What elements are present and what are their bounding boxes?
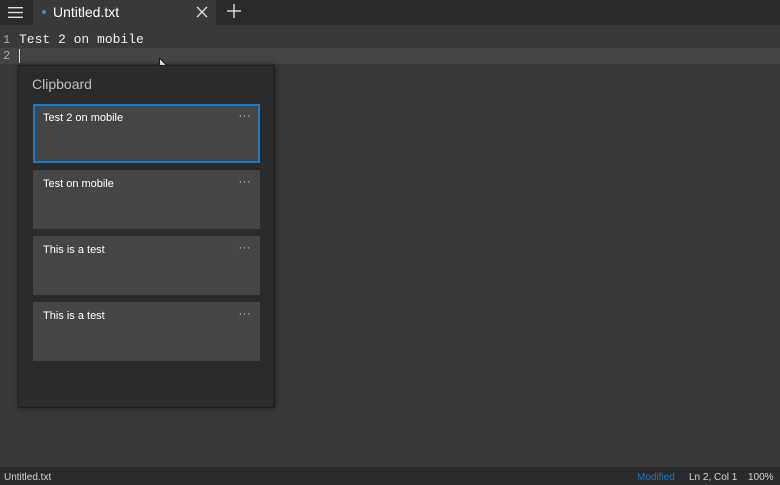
clipboard-item[interactable]: This is a test ···: [33, 236, 260, 295]
unsaved-indicator: [42, 10, 46, 14]
editor-line-current[interactable]: 2: [0, 48, 780, 64]
more-options-icon[interactable]: ···: [239, 308, 252, 320]
line-number: 1: [3, 33, 11, 47]
status-file-name: Untitled.txt: [4, 472, 52, 483]
menu-button[interactable]: [0, 0, 31, 25]
text-caret: [19, 49, 20, 63]
clipboard-title: Clipboard: [32, 76, 92, 92]
status-bar: Untitled.txt Modified Ln 2, Col 1 100%: [0, 467, 780, 485]
tab-bar: Untitled.txt: [0, 0, 780, 25]
clipboard-item[interactable]: This is a test ···: [33, 302, 260, 361]
status-cursor-position[interactable]: Ln 2, Col 1: [689, 472, 737, 483]
tab-untitled[interactable]: Untitled.txt: [33, 0, 216, 25]
close-icon[interactable]: [196, 6, 208, 18]
hamburger-icon: [8, 7, 23, 18]
editor-line[interactable]: 1 Test 2 on mobile: [0, 32, 780, 48]
status-modified: Modified: [637, 472, 675, 483]
notepad-app: Untitled.txt 1 Test 2 on mobile 2 Clipbo…: [0, 0, 780, 485]
line-number: 2: [3, 49, 11, 63]
more-options-icon[interactable]: ···: [239, 176, 252, 188]
more-options-icon[interactable]: ···: [239, 242, 252, 254]
clipboard-item[interactable]: Test on mobile ···: [33, 170, 260, 229]
clipboard-item-text: Test 2 on mobile: [43, 112, 124, 124]
clipboard-item-text: This is a test: [43, 310, 105, 322]
clipboard-item[interactable]: Test 2 on mobile ···: [33, 104, 260, 163]
status-zoom[interactable]: 100%: [748, 472, 774, 483]
line-text[interactable]: Test 2 on mobile: [19, 32, 144, 48]
tab-title: Untitled.txt: [53, 4, 120, 20]
clipboard-item-text: Test on mobile: [43, 178, 114, 190]
plus-icon[interactable]: [227, 4, 241, 18]
more-options-icon[interactable]: ···: [239, 110, 252, 122]
clipboard-item-text: This is a test: [43, 244, 105, 256]
clipboard-panel: Clipboard Test 2 on mobile ··· Test on m…: [18, 65, 275, 408]
